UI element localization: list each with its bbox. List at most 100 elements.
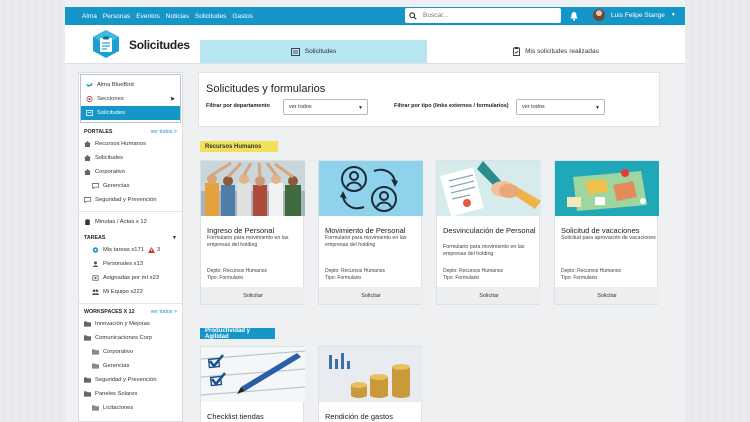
card-desc: Formulario para movimiento en las empres… (325, 235, 407, 248)
sidebar-item-paneles[interactable]: Paneles Solares (79, 387, 182, 401)
sidebar-item-alma[interactable]: Alma BlueBird (81, 78, 180, 92)
checklist-image (201, 347, 305, 402)
card-desc: Formulario para movimiento en las empres… (443, 244, 525, 257)
warning-icon (147, 247, 155, 253)
top-nav: Alma Personas Eventos Noticias Solicitud… (65, 13, 253, 20)
card-desc: Solicitud para aprovación de vacaciones (561, 235, 656, 241)
folder-icon (84, 391, 91, 397)
search-input[interactable]: Buscar... (405, 8, 561, 23)
filter-dept-value: ver todos (289, 104, 312, 110)
sidebar-item-label: Gerencias (103, 363, 130, 369)
sections-icon (86, 96, 93, 102)
sidebar-item-asignadas[interactable]: Asignadas por mí x23 (79, 271, 182, 285)
user-menu[interactable]: Luis Felipe Stange ▼ (593, 9, 676, 21)
solicitar-button[interactable]: Solicitar (555, 287, 659, 304)
chevron-down-icon: ▼ (358, 105, 363, 111)
card-desc: Formulario para movimiento en las empres… (207, 235, 289, 248)
sidebar-item-mis-tareas[interactable]: Mis tareas x171 3 (79, 243, 182, 257)
page-title: Solicitudes y formularios (206, 83, 326, 95)
nav-noticias[interactable]: Noticias (166, 13, 189, 20)
tab-mis-label: Mis solicitudes realizadas (525, 48, 599, 55)
sidebar-item-mi-equipo[interactable]: Mi Equipo x222 (79, 285, 182, 299)
card-movimiento-personal[interactable]: Movimiento de Personal Formulario para m… (318, 160, 423, 305)
sidebar-item-licitaciones[interactable]: Licitaciones (79, 401, 182, 415)
section-workspaces: WORKSPACES X 12 ver todos > (79, 303, 182, 317)
chevron-right-icon: ▶ (171, 96, 175, 102)
sidebar-item-gerencias[interactable]: Gerencias (79, 179, 182, 193)
minutas-block: Minutas / Actas x 12 (79, 211, 182, 229)
user-icon (92, 261, 99, 267)
filter-type-select[interactable]: ver todos ▼ (516, 99, 605, 115)
sidebar-item-solicitudes-portal[interactable]: Solicitudes (79, 151, 182, 165)
sidebar-item-ws-gerencias[interactable]: Gerencias (79, 359, 182, 373)
sidebar-item-corporativo[interactable]: Corporativo (79, 165, 182, 179)
app-header: Solicitudes Solicitudes Mis solicitudes … (65, 25, 685, 64)
sidebar-item-label: Corporativo (103, 349, 133, 355)
sidebar-item-label: Minutas / Actas x 12 (95, 219, 147, 225)
sidebar-item-secciones[interactable]: Secciones ▶ (81, 92, 180, 106)
card-depto: Depto: Recursos Humanos (443, 268, 504, 274)
sidebar-item-label: Licitaciones (103, 405, 134, 411)
card-tipo: Tipo: Formulario (561, 275, 598, 281)
sidebar-item-personales[interactable]: Personales x13 (79, 257, 182, 271)
sidebar-item-minutas[interactable]: Minutas / Actas x 12 (79, 215, 182, 229)
section-label: PORTALES (84, 128, 113, 135)
chevron-down-icon[interactable]: ▼ (172, 235, 177, 241)
avatar (593, 9, 605, 21)
card-desvinculacion-personal[interactable]: Desvinculación de Personal Formulario pa… (436, 160, 541, 305)
nav-gastos[interactable]: Gastos (232, 13, 253, 20)
card-title: Movimiento de Personal (325, 226, 406, 235)
solicitudes-logo-icon (93, 30, 119, 58)
solicitar-button[interactable]: Solicitar (319, 287, 423, 304)
card-rendicion-gastos[interactable]: Rendición de gastos (318, 346, 423, 422)
search-icon (409, 11, 417, 20)
card-depto: Depto: Recursos Humanos (561, 268, 622, 274)
sidebar-item-ws-corporativo[interactable]: Corporativo (79, 345, 182, 359)
clipboard-icon (85, 219, 90, 225)
chat-icon (92, 183, 99, 189)
sidebar-item-solicitudes[interactable]: Solicitudes (81, 106, 180, 120)
solicitar-button[interactable]: Solicitar (437, 287, 541, 304)
card-ingreso-personal[interactable]: Ingreso de Personal Formulario para movi… (200, 160, 305, 305)
nav-eventos[interactable]: Eventos (136, 13, 160, 20)
sidebar-item-seguridad[interactable]: Seguridad y Prevención (79, 193, 182, 207)
card-tipo: Tipo: Formulario (207, 275, 244, 281)
team-hands-image (201, 161, 305, 216)
bell-icon[interactable] (569, 11, 579, 21)
section-tareas: TAREAS ▼ (79, 232, 182, 243)
solicitar-button[interactable]: Solicitar (201, 287, 305, 304)
ver-todos-portales-link[interactable]: ver todos > (151, 129, 177, 135)
user-name: Luis Felipe Stange (611, 11, 665, 19)
folder-icon (84, 335, 91, 341)
people-exchange-image (319, 161, 423, 216)
handshake-contract-image (437, 161, 541, 216)
card-meta: Depto: Recursos Humanos Tipo: Formulario (443, 268, 503, 282)
tab-mis-solicitudes[interactable]: Mis solicitudes realizadas (427, 40, 685, 63)
sidebar-item-recursos-humanos[interactable]: Recursos Humanos (79, 137, 182, 151)
nav-alma[interactable]: Alma (82, 13, 97, 20)
sidebar-item-label: Mi Equipo x222 (103, 289, 143, 295)
sidebar-top-group: Alma BlueBird Secciones ▶ Solicitudes (80, 74, 181, 123)
tasks-icon (92, 247, 99, 253)
nav-personas[interactable]: Personas (103, 13, 130, 20)
filter-type-value: ver todos (522, 104, 545, 110)
chevron-down-icon: ▼ (595, 105, 600, 111)
filter-dept-select[interactable]: ver todos ▼ (283, 99, 368, 115)
folder-icon (92, 349, 99, 355)
card-title: Solicitud de vacaciones (561, 226, 640, 235)
top-bar: Alma Personas Eventos Noticias Solicitud… (65, 7, 685, 25)
sidebar-item-innovacion[interactable]: Innovación y Mejoras (79, 317, 182, 331)
sidebar-item-ws-seguridad[interactable]: Seguridad y Prevención (79, 373, 182, 387)
sidebar-item-label: Innovación y Mejoras (95, 321, 150, 327)
folder-icon (84, 321, 91, 327)
folder-icon (92, 405, 99, 411)
coins-chart-image (319, 347, 423, 402)
ver-todos-workspaces-link[interactable]: ver todos > (151, 309, 177, 315)
chat-icon (84, 197, 91, 203)
card-checklist-tiendas[interactable]: Checklist tiendas (200, 346, 305, 422)
card-solicitud-vacaciones[interactable]: Solicitud de vacaciones Solicitud para a… (554, 160, 659, 305)
nav-solicitudes[interactable]: Solicitudes (195, 13, 226, 20)
sidebar-item-label: Alma BlueBird (97, 82, 134, 88)
tab-solicitudes[interactable]: Solicitudes (200, 40, 427, 63)
sidebar-item-comunicaciones[interactable]: Comunicaciones Corp (79, 331, 182, 345)
